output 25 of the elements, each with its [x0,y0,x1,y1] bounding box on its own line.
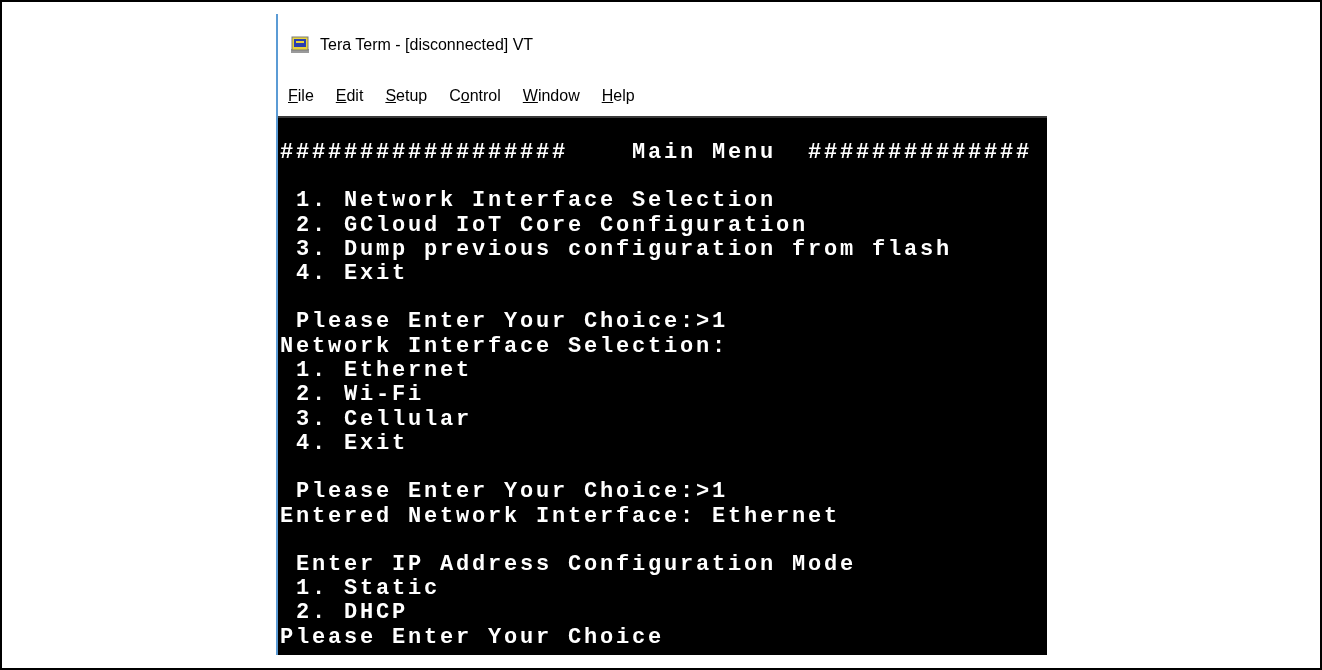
terminal-line: Please Enter Your Choice:>1 [295,310,729,335]
terminal-line: 4. Exit [295,262,409,287]
terminal-line: 1. Ethernet [295,359,473,384]
terminal-line: Network Interface Selection: [280,334,729,360]
menu-item[interactable]: Edit [335,87,364,105]
menu-item[interactable]: Control [449,87,501,105]
terminal-line: Enter IP Address Configuration Mode [295,552,857,578]
menu-item[interactable]: Help [601,87,635,105]
terminal-line: ################## Main Menu ############## [280,141,1033,166]
terminal-line: Entered Network Interface: Ethernet [280,504,841,529]
window-title: Tera Term - [disconnected] VT [320,36,534,54]
menu-item[interactable]: File [288,87,314,105]
terminal-line: 1. Network Interface Selection [295,189,777,214]
app-icon [290,36,310,54]
menu-item[interactable]: Setup [385,87,428,105]
terminal-line: 2. Wi-Fi [295,383,425,408]
terminal-line: 4. Exit [295,431,409,457]
terminal-line: 3. Dump previous configuration from flash [295,237,953,263]
terminal-line: 2. GCloud IoT Core Configuration [295,213,809,238]
terminal-line: 3. Cellular [295,407,473,432]
menu-item[interactable]: Window [522,87,580,105]
terminal-line: 1. Static [295,577,441,602]
terminal-line: 2. DHCP [295,601,409,626]
terminal-line: Please Enter Your Choice [280,625,665,651]
terminal-line: Please Enter Your Choice:>1 [295,480,729,505]
